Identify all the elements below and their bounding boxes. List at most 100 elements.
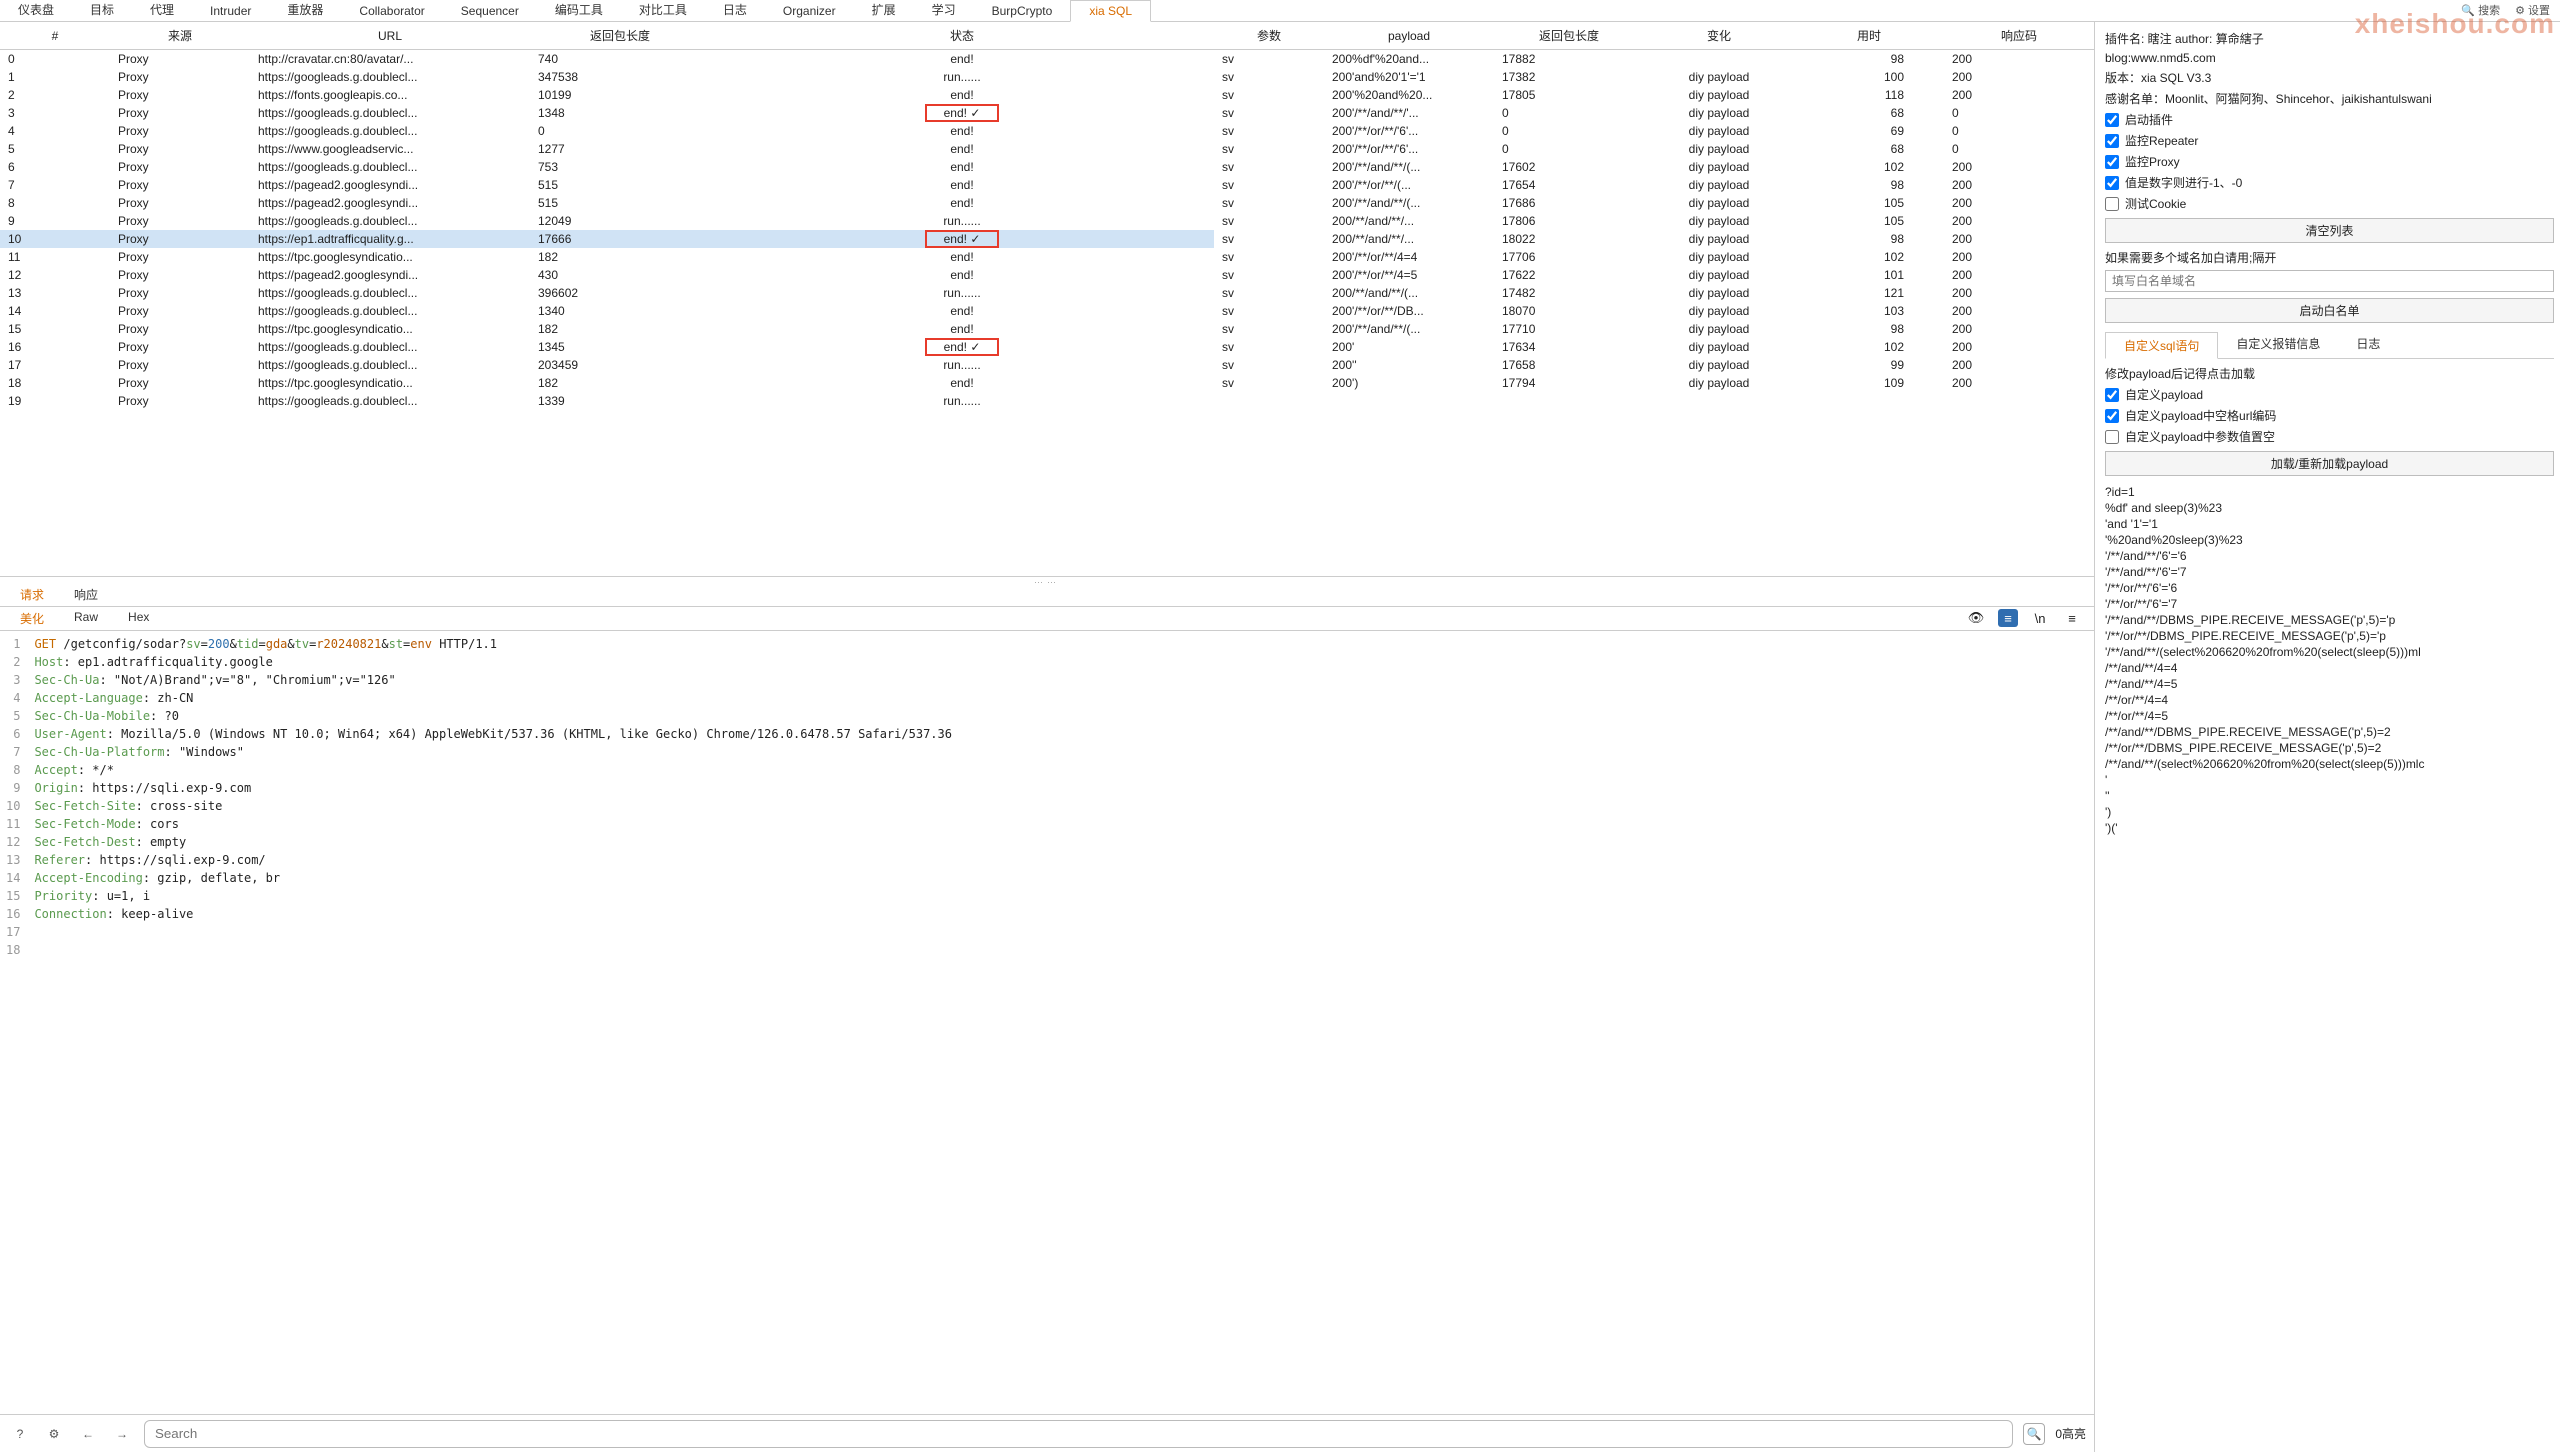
table-row[interactable]: sv200'/**/or/**/'6'...0diy payload690 [1214, 122, 2094, 140]
payload-line[interactable]: /**/or/**/4=5 [2105, 708, 2554, 724]
newline-icon[interactable]: \n [2030, 609, 2050, 627]
payload-line[interactable]: '/**/or/**/DBMS_PIPE.RECEIVE_MESSAGE('p'… [2105, 628, 2554, 644]
payload-line[interactable]: /**/and/**/(select%206620%20from%20(sele… [2105, 756, 2554, 772]
table-row[interactable]: sv200'/**/and/**/(...17686diy payload105… [1214, 194, 2094, 212]
subtab-0[interactable]: 请求 [20, 586, 44, 603]
payload-line[interactable]: /**/or/**/4=4 [2105, 692, 2554, 708]
table-row[interactable]: sv200'/**/and/**/(...17602diy payload102… [1214, 158, 2094, 176]
table-row[interactable]: 15Proxyhttps://tpc.googlesyndicatio...18… [0, 320, 1214, 338]
main-tab-2[interactable]: 代理 [132, 0, 192, 21]
payload-line[interactable]: 'and '1'='1 [2105, 516, 2554, 532]
main-tab-1[interactable]: 目标 [72, 0, 132, 21]
table-row[interactable]: 12Proxyhttps://pagead2.googlesyndi...430… [0, 266, 1214, 284]
chk-cookie[interactable] [2105, 197, 2119, 211]
table-row[interactable]: 1Proxyhttps://googleads.g.doublecl...347… [0, 68, 1214, 86]
payload-results-table[interactable]: 参数payload返回包长度变化用时响应码 sv200%df'%20and...… [1214, 22, 2094, 392]
main-tab-6[interactable]: Sequencer [443, 1, 537, 21]
payload-line[interactable]: ') [2105, 804, 2554, 820]
payload-line[interactable]: /**/and/**/DBMS_PIPE.RECEIVE_MESSAGE('p'… [2105, 724, 2554, 740]
main-tab-14[interactable]: xia SQL [1070, 0, 1151, 22]
enable-whitelist-button[interactable]: 启动白名单 [2105, 298, 2554, 323]
main-tab-10[interactable]: Organizer [765, 1, 854, 21]
payload-line[interactable]: '' [2105, 788, 2554, 804]
reload-payload-button[interactable]: 加载/重新加载payload [2105, 451, 2554, 476]
search-input[interactable] [144, 1420, 2013, 1448]
main-tab-11[interactable]: 扩展 [854, 0, 914, 21]
http-editor[interactable]: 123456789101112131415161718 GET /getconf… [0, 631, 2094, 1414]
table-row[interactable]: 4Proxyhttps://googleads.g.doublecl...0en… [0, 122, 1214, 140]
main-tab-12[interactable]: 学习 [914, 0, 974, 21]
view-tab-2[interactable]: Hex [128, 610, 149, 627]
table-row[interactable]: 16Proxyhttps://googleads.g.doublecl...13… [0, 338, 1214, 356]
payload-line[interactable]: %df' and sleep(3)%23 [2105, 500, 2554, 516]
chk-empty-value[interactable] [2105, 430, 2119, 444]
plugin-tab-1[interactable]: 自定义报错信息 [2218, 331, 2338, 358]
subtab-1[interactable]: 响应 [74, 586, 98, 603]
table-row[interactable]: sv200'/**/or/**/'6'...0diy payload680 [1214, 140, 2094, 158]
table-row[interactable]: 18Proxyhttps://tpc.googlesyndicatio...18… [0, 374, 1214, 392]
payload-line[interactable]: '/**/and/**/'6'='7 [2105, 564, 2554, 580]
payload-line[interactable]: '/**/or/**/'6'='6 [2105, 580, 2554, 596]
table-row[interactable]: sv200'/**/or/**/DB...18070diy payload103… [1214, 302, 2094, 320]
main-tab-13[interactable]: BurpCrypto [974, 1, 1071, 21]
whitelist-input[interactable] [2105, 270, 2554, 292]
table-row[interactable]: 8Proxyhttps://pagead2.googlesyndi...515e… [0, 194, 1214, 212]
main-tab-3[interactable]: Intruder [192, 1, 269, 21]
table-row[interactable]: sv200'17634diy payload102200 [1214, 338, 2094, 356]
payload-line[interactable]: /**/and/**/4=5 [2105, 676, 2554, 692]
chk-proxy[interactable] [2105, 155, 2119, 169]
table-row[interactable]: 3Proxyhttps://googleads.g.doublecl...134… [0, 104, 1214, 122]
chk-custom-payload[interactable] [2105, 388, 2119, 402]
chk-urlencode-space[interactable] [2105, 409, 2119, 423]
table-row[interactable]: sv200/**/and/**/(...17482diy payload1212… [1214, 284, 2094, 302]
table-row[interactable]: 0Proxyhttp://cravatar.cn:80/avatar/...74… [0, 50, 1214, 69]
table-row[interactable]: sv200'/**/or/**/4=417706diy payload10220… [1214, 248, 2094, 266]
table-row[interactable]: sv200'/**/and/**/(...17710diy payload982… [1214, 320, 2094, 338]
payload-line[interactable]: '/**/and/**/'6'='6 [2105, 548, 2554, 564]
table-row[interactable]: sv200')17794diy payload109200 [1214, 374, 2094, 392]
table-row[interactable]: 7Proxyhttps://pagead2.googlesyndi...515e… [0, 176, 1214, 194]
payload-line[interactable]: '/**/or/**/'6'='7 [2105, 596, 2554, 612]
requests-table[interactable]: #来源URL返回包长度状态 0Proxyhttp://cravatar.cn:8… [0, 22, 1214, 410]
main-tab-9[interactable]: 日志 [705, 0, 765, 21]
payload-line[interactable]: '/**/and/**/(select%206620%20from%20(sel… [2105, 644, 2554, 660]
view-tab-1[interactable]: Raw [74, 610, 98, 627]
gear-icon[interactable]: ⚙ [42, 1422, 66, 1446]
table-row[interactable]: 6Proxyhttps://googleads.g.doublecl...753… [0, 158, 1214, 176]
table-row[interactable]: 14Proxyhttps://googleads.g.doublecl...13… [0, 302, 1214, 320]
payload-line[interactable] [2105, 836, 2554, 838]
plugin-tab-2[interactable]: 日志 [2338, 331, 2398, 358]
main-tab-7[interactable]: 编码工具 [537, 0, 621, 21]
payload-line[interactable]: /**/and/**/4=4 [2105, 660, 2554, 676]
payload-line[interactable]: '%20and%20sleep(3)%23 [2105, 532, 2554, 548]
toggle-visibility-icon[interactable]: 👁 [1966, 609, 1986, 627]
forward-icon[interactable]: → [110, 1422, 134, 1446]
table-row[interactable]: 19Proxyhttps://googleads.g.doublecl...13… [0, 392, 1214, 410]
main-tab-0[interactable]: 仪表盘 [0, 0, 72, 21]
table-row[interactable]: 17Proxyhttps://googleads.g.doublecl...20… [0, 356, 1214, 374]
help-icon[interactable]: ? [8, 1422, 32, 1446]
chk-enable[interactable] [2105, 113, 2119, 127]
main-tab-5[interactable]: Collaborator [341, 1, 442, 21]
table-row[interactable]: 10Proxyhttps://ep1.adtrafficquality.g...… [0, 230, 1214, 248]
table-row[interactable]: 13Proxyhttps://googleads.g.doublecl...39… [0, 284, 1214, 302]
menu-icon[interactable]: ≡ [2062, 609, 2082, 627]
table-row[interactable]: sv200''17658diy payload99200 [1214, 356, 2094, 374]
table-row[interactable]: 5Proxyhttps://www.googleadservic...1277e… [0, 140, 1214, 158]
back-icon[interactable]: ← [76, 1422, 100, 1446]
table-row[interactable]: sv200/**/and/**/...17806diy payload10520… [1214, 212, 2094, 230]
clear-list-button[interactable]: 清空列表 [2105, 218, 2554, 243]
table-row[interactable]: sv200'and%20'1'='117382diy payload100200 [1214, 68, 2094, 86]
table-row[interactable]: 2Proxyhttps://fonts.googleapis.co...1019… [0, 86, 1214, 104]
table-row[interactable]: sv200'/**/and/**/'...0diy payload680 [1214, 104, 2094, 122]
table-row[interactable]: sv200/**/and/**/...18022diy payload98200 [1214, 230, 2094, 248]
table-row[interactable]: 11Proxyhttps://tpc.googlesyndicatio...18… [0, 248, 1214, 266]
payload-line[interactable]: ?id=1 [2105, 484, 2554, 500]
payload-line[interactable]: '/**/and/**/DBMS_PIPE.RECEIVE_MESSAGE('p… [2105, 612, 2554, 628]
payload-list[interactable]: ?id=1%df' and sleep(3)%23'and '1'='1'%20… [2105, 480, 2554, 1452]
search-icon[interactable]: 🔍 [2023, 1423, 2045, 1445]
table-row[interactable]: 9Proxyhttps://googleads.g.doublecl...120… [0, 212, 1214, 230]
view-tab-0[interactable]: 美化 [20, 610, 44, 627]
code-content[interactable]: GET /getconfig/sodar?sv=200&tid=gda&tv=r… [26, 631, 960, 1414]
payload-line[interactable]: /**/or/**/DBMS_PIPE.RECEIVE_MESSAGE('p',… [2105, 740, 2554, 756]
